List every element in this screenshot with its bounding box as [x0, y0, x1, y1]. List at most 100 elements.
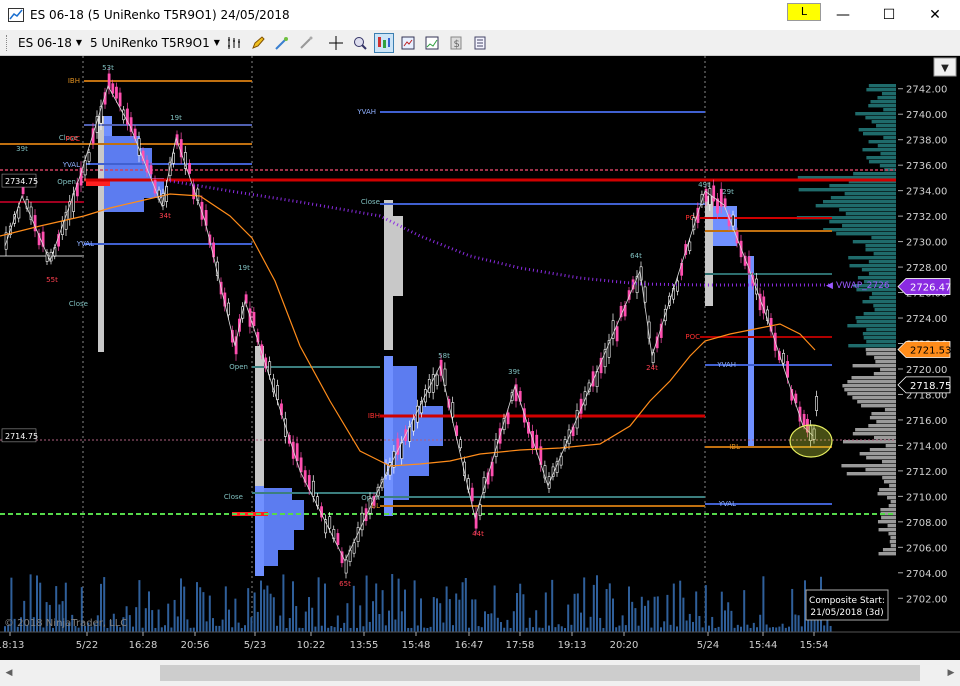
volume-bar [455, 593, 458, 632]
triangle-left-icon: ◀ [826, 281, 833, 291]
data-box-button[interactable] [398, 33, 418, 53]
profile-bar [882, 476, 896, 480]
crosshair-button[interactable] [326, 33, 346, 53]
volume-bar [272, 597, 275, 632]
scroll-left-icon[interactable]: ◀ [2, 665, 16, 681]
scroll-right-icon[interactable]: ▶ [944, 665, 958, 681]
bar-count-label: 39t [508, 368, 520, 376]
volume-bar [202, 592, 205, 632]
scrollbar-thumb[interactable] [160, 665, 920, 681]
profile-bar [873, 436, 896, 440]
snapshot-button[interactable]: $ [446, 33, 466, 53]
volume-bar [692, 621, 694, 632]
maximize-button[interactable]: ☐ [866, 0, 912, 30]
volume-bar [538, 627, 541, 632]
profile-bar [859, 452, 896, 456]
volume-bar [240, 627, 243, 632]
time-tick-label: 16:47 [455, 640, 484, 651]
volume-bar [368, 621, 371, 632]
close-button[interactable]: ✕ [912, 0, 958, 30]
volume-bar [400, 611, 403, 632]
level-tag-yval-3: YVAL [718, 500, 736, 508]
volume-bar [167, 603, 170, 632]
volume-bar [532, 627, 534, 632]
profile-bar [878, 552, 896, 556]
toolbar-grip [6, 34, 10, 51]
profile-bar [844, 388, 896, 392]
axis-menu-button[interactable]: ▼ [933, 57, 957, 77]
volume-bar [573, 593, 576, 632]
profile-bar [873, 372, 896, 376]
profile-bar [829, 184, 896, 188]
profile-bar [871, 292, 896, 296]
chart-app-icon [8, 8, 24, 22]
volume-bar [586, 627, 589, 632]
indicators-button[interactable] [272, 33, 292, 53]
profile-bar [871, 412, 896, 416]
profile-bar [855, 316, 896, 320]
zoom-button[interactable] [350, 33, 370, 53]
horizontal-scrollbar[interactable]: ◀ ▶ [0, 660, 960, 686]
volume-bar [618, 625, 621, 632]
minimize-button[interactable]: — [820, 0, 866, 30]
volume-bar [762, 576, 765, 632]
bar-type-label: 5 UniRenko T5R9O1 [90, 35, 210, 50]
drawing-tool-button[interactable] [248, 33, 268, 53]
volume-bar [608, 583, 611, 632]
profile-bar [857, 276, 896, 280]
profile-bar [874, 308, 896, 312]
profile-bar [836, 232, 896, 236]
candle-body [336, 533, 340, 546]
level-tag-poc-3: POC [685, 333, 700, 341]
volume-bar [346, 603, 349, 632]
template-button[interactable] [470, 33, 490, 53]
strategies-button[interactable] [296, 33, 316, 53]
volume-bar [410, 627, 413, 632]
volume-bar [596, 575, 598, 632]
profile-bar [865, 348, 896, 352]
volume-bar [564, 627, 566, 632]
volume-bar [314, 626, 317, 632]
profile-bar [873, 304, 896, 308]
volume-bar [647, 600, 650, 632]
link-badge[interactable]: L [787, 3, 821, 21]
volume-bar [224, 586, 227, 632]
volume-bar [304, 611, 307, 632]
bar-type-selector[interactable]: 5 UniRenko T5R9O1 ▼ [90, 36, 220, 50]
bar-style-button[interactable] [224, 33, 244, 53]
time-tick-label: 20:20 [610, 640, 639, 651]
volume-bar [740, 626, 742, 632]
volume-bar [477, 626, 480, 632]
chart-properties-button[interactable] [422, 33, 442, 53]
volume-bar [589, 616, 592, 632]
profile-bar [878, 528, 896, 532]
volume-bar [727, 602, 730, 632]
volume-bar [391, 574, 394, 632]
volume-bar [141, 627, 144, 632]
volume-bar [656, 596, 659, 632]
svg-text:$: $ [453, 39, 459, 50]
candle-body [459, 439, 462, 449]
volume-bar [570, 624, 573, 632]
window-titlebar: ES 06-18 (5 UniRenko T5R9O1) 24/05/2018 … [0, 0, 960, 30]
volume-bar [381, 590, 384, 632]
volume-bar [496, 617, 499, 632]
profile-bar [868, 272, 896, 276]
candle-body [615, 326, 619, 342]
time-tick-label: 5/22 [76, 640, 98, 651]
candle-body [688, 241, 692, 252]
level-tag-yval: YVAL [62, 161, 80, 169]
instrument-selector[interactable]: ES 06-18 ▼ [18, 36, 82, 50]
price-chart[interactable]: IBH Close POC YVAL Open YVAL Close YVAH … [0, 56, 960, 660]
profile-bar [881, 460, 896, 464]
price-marker: 2726.47 [897, 278, 951, 295]
profile-bar [887, 524, 896, 528]
time-tick-label: 16:28 [129, 640, 158, 651]
candle-body [328, 516, 332, 529]
level-tag-close-2: Close [69, 300, 88, 308]
chart-trader-button[interactable] [373, 32, 394, 53]
profile-bar [890, 500, 896, 504]
volume-bar [653, 596, 656, 632]
profile-bar [883, 108, 896, 112]
profile-bar [877, 96, 896, 100]
